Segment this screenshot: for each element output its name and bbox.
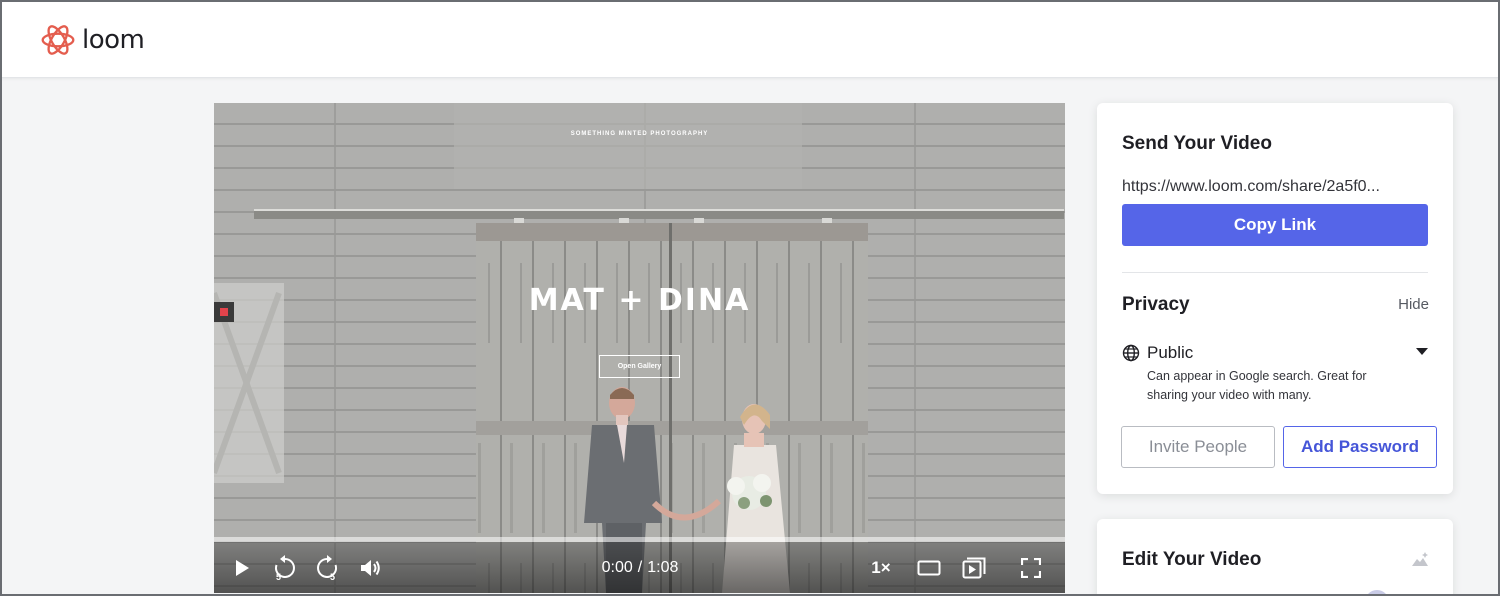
fullscreen-icon [1021, 557, 1041, 578]
top-bar: loom [0, 0, 1500, 78]
rewind-5-icon: 5 [275, 554, 295, 581]
loom-logo-icon [41, 25, 75, 55]
play-button[interactable] [228, 542, 256, 593]
time-current: 0:00 [601, 558, 633, 576]
caret-down-icon [1416, 348, 1428, 355]
image-sparkle-icon[interactable] [1411, 551, 1429, 567]
privacy-dropdown[interactable]: Public [1122, 342, 1428, 364]
video-controls: 5 5 0:00 / 1:08 1× [214, 542, 1065, 593]
play-icon [236, 559, 249, 576]
send-video-card: Send Your Video https://www.loom.com/sha… [1097, 103, 1453, 494]
picture-in-picture-button[interactable] [959, 542, 989, 593]
add-password-button[interactable]: Add Password [1283, 426, 1437, 468]
time-total: 1:08 [647, 558, 679, 576]
video-brand-text: SOMETHING MINTED PHOTOGRAPHY [570, 131, 709, 137]
picture-in-picture-icon [962, 557, 986, 578]
speed-button[interactable]: 1× [866, 542, 896, 593]
theater-mode-icon [917, 560, 941, 575]
time-display: 0:00 / 1:08 [594, 542, 686, 593]
open-gallery-overlay: Open Gallery [599, 355, 680, 378]
globe-icon [1122, 344, 1140, 362]
video-frame [214, 103, 1065, 593]
volume-button[interactable] [356, 542, 386, 593]
edit-card-title: Edit Your Video [1122, 549, 1262, 570]
time-separator: / [637, 558, 643, 576]
rewind-button[interactable]: 5 [270, 542, 300, 593]
fullscreen-button[interactable] [1016, 542, 1046, 593]
privacy-description: Can appear in Google search. Great for s… [1147, 369, 1367, 402]
video-title-text: MAT + DINA [528, 283, 751, 318]
copy-link-button[interactable]: Copy Link [1122, 204, 1428, 246]
invite-people-button[interactable]: Invite People [1121, 426, 1275, 468]
edit-video-card: Edit Your Video [1097, 519, 1453, 596]
share-url[interactable]: https://www.loom.com/share/2a5f0... [1122, 178, 1428, 196]
svg-text:5: 5 [330, 572, 335, 581]
forward-button[interactable]: 5 [312, 542, 342, 593]
send-card-title: Send Your Video [1122, 133, 1272, 154]
svg-text:5: 5 [276, 572, 281, 581]
hide-privacy-link[interactable]: Hide [1398, 296, 1429, 313]
privacy-title: Privacy [1122, 294, 1190, 315]
volume-icon [361, 559, 380, 576]
loom-logo[interactable]: loom [40, 22, 145, 58]
divider [1122, 272, 1428, 273]
recording-indicator [214, 302, 234, 322]
video-player[interactable]: SOMETHING MINTED PHOTOGRAPHY MAT + DINA … [214, 103, 1065, 593]
theater-mode-button[interactable] [914, 542, 944, 593]
forward-5-icon: 5 [317, 554, 337, 581]
privacy-value: Public [1147, 343, 1194, 362]
logo-text: loom [82, 25, 145, 55]
